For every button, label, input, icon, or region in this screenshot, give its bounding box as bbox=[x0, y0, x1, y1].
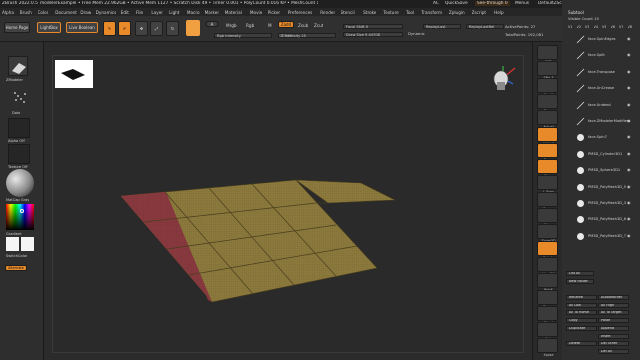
subtool-item-name: face.ZModelerModifiers bbox=[588, 119, 631, 123]
view-polyf-button[interactable]: PolyF bbox=[537, 273, 558, 292]
subtool-del-all-button[interactable]: Del All bbox=[598, 348, 629, 354]
subtool-item-name: PM3D_PolyMesh3D_7 bbox=[588, 233, 627, 238]
subtool-item-name: face.UnCrease bbox=[588, 86, 615, 91]
visibility-eye-icon[interactable]: ◉ bbox=[627, 85, 631, 90]
subtool-level-v7[interactable]: V7 bbox=[619, 25, 623, 29]
subtool-item[interactable]: face.Split ◉ bbox=[572, 51, 634, 60]
subtool-item[interactable]: PM3D_PolyMesh3D_3 ◉ bbox=[572, 199, 634, 208]
subtool-item[interactable]: PM3D_PolyMesh3D_6 ◉ bbox=[572, 215, 634, 224]
subtool-item-name: face.Transpose bbox=[588, 69, 615, 74]
mesh-thumbnail-icon bbox=[576, 215, 585, 224]
subtool-item-name: PM3D_Sphere3D1 bbox=[588, 168, 621, 173]
subtool-level-v4[interactable]: V4 bbox=[594, 25, 598, 29]
subtool-level-v3[interactable]: V3 bbox=[585, 25, 589, 29]
list-all-button[interactable]: List All bbox=[566, 271, 594, 276]
subtool-level-v1[interactable]: V1 bbox=[568, 25, 572, 29]
subtool-item[interactable]: face.Spin7 ◉ bbox=[572, 133, 634, 142]
subtool-rename-button[interactable]: Rename bbox=[566, 295, 597, 300]
view-frame-button[interactable]: Frame bbox=[537, 191, 558, 211]
subtool-item[interactable]: face.ZModelerModifiers ◉ bbox=[572, 117, 634, 126]
mesh-thumbnail-icon bbox=[576, 199, 585, 208]
subtool-level-v6[interactable]: V6 bbox=[611, 25, 615, 29]
view-spix-3-button[interactable]: SPix 3 bbox=[537, 61, 558, 80]
visibility-eye-icon[interactable]: ◉ bbox=[627, 102, 631, 107]
view-bpr-button[interactable]: BPR bbox=[537, 45, 558, 64]
brush-stroke-icon bbox=[576, 101, 585, 110]
subtool-title: Subtool bbox=[568, 10, 584, 15]
brush-stroke-icon bbox=[576, 51, 585, 60]
visibility-eye-icon[interactable]: ◉ bbox=[627, 134, 631, 139]
subtool-all-to-target-button[interactable]: All To Target bbox=[598, 310, 629, 316]
brush-stroke-icon bbox=[576, 35, 585, 44]
subtool-item[interactable]: PM3D_PolyMesh3D_5 ◉ bbox=[572, 183, 634, 192]
subtool-item-name: face.Undeed bbox=[588, 102, 611, 107]
view-zoom3d-button[interactable]: Zoom3D bbox=[537, 224, 558, 243]
subtool-all-high-button[interactable]: All High bbox=[598, 302, 629, 308]
visibility-eye-icon[interactable]: ◉ bbox=[627, 151, 631, 156]
mesh-thumbnail-icon bbox=[576, 183, 585, 192]
brush-stroke-icon bbox=[576, 117, 585, 126]
subtool-item-name: PM3D_Cylinder3D1 bbox=[588, 151, 623, 156]
subtool-all-low-button[interactable]: All Low bbox=[566, 302, 597, 308]
view-floor-button[interactable]: Floor bbox=[537, 159, 558, 178]
subtool-copy-button[interactable]: Copy bbox=[566, 318, 597, 324]
mesh-thumbnail-icon bbox=[576, 133, 585, 142]
brush-stroke-icon bbox=[576, 68, 585, 77]
visibility-eye-icon[interactable]: ◉ bbox=[627, 69, 631, 74]
view-line-fill-button[interactable]: Line Fill bbox=[537, 256, 558, 276]
visibility-eye-icon[interactable]: ◉ bbox=[627, 118, 631, 123]
subtool-item-name: face.SpinEdges bbox=[588, 37, 616, 41]
subtool-item-name: PM3D_PolyMesh3D_6 bbox=[588, 217, 627, 222]
visible-count: Visible Count 15 bbox=[568, 16, 599, 21]
visibility-eye-icon[interactable]: ◉ bbox=[627, 200, 631, 205]
view-ghost-button[interactable]: Ghost bbox=[537, 305, 558, 325]
view-button-label: Xpose bbox=[543, 353, 554, 358]
subtool-all-to-home-button[interactable]: All To Home bbox=[566, 310, 597, 316]
subtool-item-name: face.Split bbox=[588, 53, 605, 58]
subtool-duplicate-button[interactable]: Duplicate bbox=[566, 325, 597, 331]
subtool-item-name: PM3D_PolyMesh3D_5 bbox=[588, 184, 627, 189]
subtool-item[interactable]: face.Undeed ◉ bbox=[572, 101, 634, 110]
right-shelf: BPRSPix 3ScrollZoomActualAAHalfPerspFloo… bbox=[532, 42, 562, 360]
subtool-level-v8[interactable]: V8 bbox=[628, 25, 632, 29]
visibility-eye-icon[interactable]: ◉ bbox=[627, 233, 631, 238]
subtool-item-name: face.Spin7 bbox=[588, 135, 607, 140]
mesh-thumbnail-icon bbox=[576, 166, 585, 175]
subtool-insert-button[interactable]: Insert bbox=[598, 333, 629, 339]
subtool-item[interactable]: PM3D_Sphere3D1 ◉ bbox=[572, 166, 634, 175]
view-move-button[interactable]: Move bbox=[537, 208, 558, 227]
view-aahalf-button[interactable]: AAHalf bbox=[537, 126, 558, 146]
subtool-item[interactable]: face.SpinEdges ◉ bbox=[572, 35, 634, 44]
view-scroll-button[interactable]: Scroll bbox=[537, 77, 558, 97]
view-persp-button[interactable]: Persp bbox=[537, 142, 558, 162]
view-rotate-button[interactable]: Rotate bbox=[537, 240, 558, 260]
view-solo-button[interactable]: Solo bbox=[537, 322, 558, 341]
view-actual-button[interactable]: Actual bbox=[537, 110, 558, 129]
subtool-delete-button[interactable]: Delete bbox=[566, 341, 597, 347]
subtool-paste-button[interactable]: Paste bbox=[598, 318, 629, 324]
visibility-eye-icon[interactable]: ◉ bbox=[627, 216, 631, 221]
subtool-item-name: PM3D_PolyMesh3D_3 bbox=[588, 201, 627, 205]
mesh-thumbnail-icon bbox=[576, 232, 585, 241]
subtool-item[interactable]: face.Transpose ◉ bbox=[572, 68, 634, 77]
subtool-level-v5[interactable]: V5 bbox=[602, 25, 606, 29]
view-l-sym-button[interactable]: L.Sym bbox=[537, 175, 558, 194]
subtool-item[interactable]: PM3D_Cylinder3D1 ◉ bbox=[572, 150, 634, 159]
visibility-eye-icon[interactable]: ◉ bbox=[627, 36, 631, 41]
brush-stroke-icon bbox=[576, 84, 585, 93]
visibility-eye-icon[interactable]: ◉ bbox=[627, 52, 631, 57]
subtool-append-button[interactable]: Append bbox=[598, 325, 629, 331]
subtool-item[interactable]: PM3D_PolyMesh3D_7 ◉ bbox=[572, 232, 634, 241]
subtool-del-other-button[interactable]: Del Other bbox=[598, 341, 629, 347]
view-zoom-button[interactable]: Zoom bbox=[537, 93, 558, 113]
visibility-eye-icon[interactable]: ◉ bbox=[627, 167, 631, 172]
mesh-thumbnail-icon bbox=[576, 150, 585, 159]
view-transp-button[interactable]: Transp bbox=[537, 289, 558, 309]
subtool-item[interactable]: face.UnCrease ◉ bbox=[572, 84, 634, 93]
subtool-level-v2[interactable]: V2 bbox=[577, 25, 581, 29]
visibility-eye-icon[interactable]: ◉ bbox=[627, 184, 631, 189]
subtool-autoreorder-button[interactable]: AutoReorder bbox=[598, 295, 629, 300]
view-xpose-button[interactable]: Xpose bbox=[537, 338, 558, 357]
new-folder-button[interactable]: New Folder bbox=[566, 279, 594, 284]
